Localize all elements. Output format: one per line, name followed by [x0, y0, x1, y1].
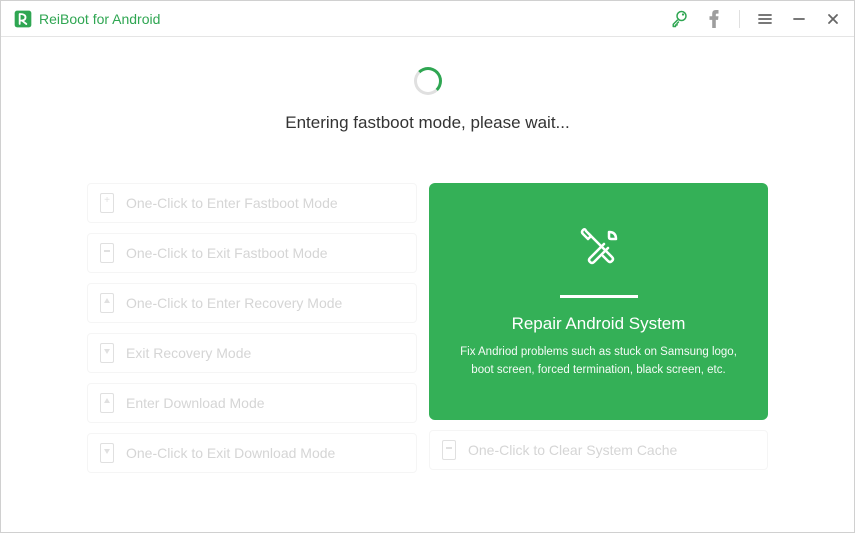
repair-title: Repair Android System: [512, 314, 686, 334]
key-icon[interactable]: [671, 10, 689, 28]
exit-recovery-button: Exit Recovery Mode: [87, 333, 417, 373]
phone-down-icon: [100, 343, 114, 363]
enter-download-button: Enter Download Mode: [87, 383, 417, 423]
enter-fastboot-button: One-Click to Enter Fastboot Mode: [87, 183, 417, 223]
exit-download-button: One-Click to Exit Download Mode: [87, 433, 417, 473]
separator: [739, 10, 740, 28]
close-icon[interactable]: [824, 10, 842, 28]
titlebar-actions: [671, 10, 842, 28]
divider: [560, 295, 638, 298]
mode-label: Exit Recovery Mode: [126, 345, 251, 361]
panels: One-Click to Enter Fastboot Mode One-Cli…: [87, 183, 768, 473]
phone-down-icon: [100, 443, 114, 463]
phone-minus-icon: [100, 243, 114, 263]
mode-label: One-Click to Exit Fastboot Mode: [126, 245, 328, 261]
facebook-icon[interactable]: [705, 10, 723, 28]
menu-icon[interactable]: [756, 10, 774, 28]
mode-label: Enter Download Mode: [126, 395, 265, 411]
phone-plus-icon: [100, 193, 114, 213]
status-area: Entering fastboot mode, please wait...: [87, 67, 768, 133]
enter-recovery-button: One-Click to Enter Recovery Mode: [87, 283, 417, 323]
mode-label: One-Click to Enter Fastboot Mode: [126, 195, 338, 211]
phone-up-icon: [100, 293, 114, 313]
main-content: Entering fastboot mode, please wait... O…: [1, 37, 854, 493]
phone-up-icon: [100, 393, 114, 413]
clear-cache-button: One-Click to Clear System Cache: [429, 430, 768, 470]
mode-label: One-Click to Exit Download Mode: [126, 445, 335, 461]
mode-label: One-Click to Enter Recovery Mode: [126, 295, 342, 311]
exit-fastboot-button: One-Click to Exit Fastboot Mode: [87, 233, 417, 273]
mode-label: One-Click to Clear System Cache: [468, 442, 677, 458]
right-column: Repair Android System Fix Andriod proble…: [429, 183, 768, 473]
titlebar: ReiBoot for Android: [1, 1, 854, 37]
logo-icon: [13, 9, 33, 29]
phone-clear-icon: [442, 440, 456, 460]
tools-icon: [574, 224, 624, 279]
repair-description: Fix Andriod problems such as stuck on Sa…: [457, 344, 740, 379]
repair-android-button[interactable]: Repair Android System Fix Andriod proble…: [429, 183, 768, 420]
app-logo: ReiBoot for Android: [13, 9, 160, 29]
app-title: ReiBoot for Android: [39, 11, 160, 27]
mode-list: One-Click to Enter Fastboot Mode One-Cli…: [87, 183, 417, 473]
loading-spinner-icon: [414, 67, 442, 95]
status-text: Entering fastboot mode, please wait...: [285, 113, 569, 133]
minimize-icon[interactable]: [790, 10, 808, 28]
